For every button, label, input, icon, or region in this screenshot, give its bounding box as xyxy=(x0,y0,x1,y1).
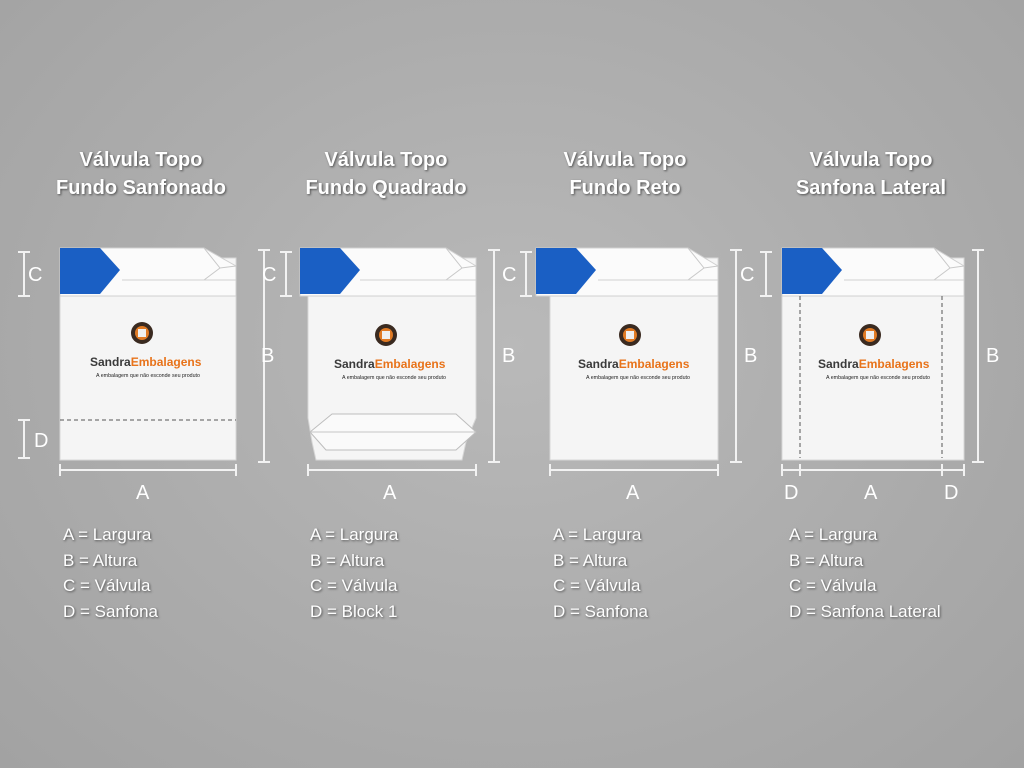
dimension-d xyxy=(18,419,30,459)
legend-a: A = Largura xyxy=(63,525,152,544)
svg-text:A embalagem que não esconde se: A embalagem que não esconde seu produto xyxy=(342,375,446,381)
legend-b: B = Altura xyxy=(310,550,385,570)
legend-b: B = Altura xyxy=(789,550,864,570)
dimension-c xyxy=(520,251,532,297)
dimension-label-c: C xyxy=(740,264,754,286)
dimension-label-c: C xyxy=(28,264,42,286)
legend: A = Largura B = Altura C = Válvula D = S… xyxy=(789,522,941,624)
dimension-label-a: A xyxy=(136,482,150,504)
dimension-a xyxy=(781,464,965,476)
dimension-c xyxy=(760,251,772,297)
bag-panel-fundo-reto: Válvula Topo Fundo Reto C SandraEmbalage… xyxy=(500,0,757,768)
legend-a: A = Largura xyxy=(310,525,399,544)
legend-d: D = Sanfona xyxy=(553,601,648,621)
legend-a: A = Largura xyxy=(553,525,642,544)
dimension-label-a: A xyxy=(383,482,397,504)
legend-a: A = Largura xyxy=(789,525,878,544)
dimension-b xyxy=(488,249,500,463)
svg-text:A embalagem que não esconde se: A embalagem que não esconde seu produto xyxy=(96,373,200,379)
svg-text:A embalagem que não esconde se: A embalagem que não esconde seu produto xyxy=(826,375,930,381)
legend-c: C = Válvula xyxy=(63,576,151,595)
legend-c: C = Válvula xyxy=(553,576,641,595)
dimension-label-c: C xyxy=(262,264,276,286)
legend: A = Largura B = Altura C = Válvula D = B… xyxy=(310,522,398,624)
dimension-label-d-right: D xyxy=(944,482,958,504)
dimension-a xyxy=(307,464,477,476)
dimension-label-d-left: D xyxy=(784,482,798,504)
bag-diagram: C SandraEmbalagens A embalagem que não e… xyxy=(502,247,757,504)
svg-text:SandraEmbalagens: SandraEmbalagens xyxy=(818,357,930,371)
bag-panel-sanfona-lateral: Válvula Topo Sanfona Lateral C SandraEmb… xyxy=(740,0,999,768)
dimension-label-c: C xyxy=(502,264,516,286)
legend: A = Largura B = Altura C = Válvula D = S… xyxy=(553,522,648,624)
dimension-a xyxy=(549,464,719,476)
svg-text:SandraEmbalagens: SandraEmbalagens xyxy=(90,355,202,369)
legend-d: D = Block 1 xyxy=(310,601,398,621)
svg-text:SandraEmbalagens: SandraEmbalagens xyxy=(334,357,446,371)
legend-b: B = Altura xyxy=(553,550,628,570)
dimension-label-a: A xyxy=(864,482,878,504)
legend-b: B = Altura xyxy=(63,550,138,570)
svg-text:SandraEmbalagens: SandraEmbalagens xyxy=(578,357,690,371)
dimension-b xyxy=(972,249,984,463)
dimension-label-b: B xyxy=(986,345,999,367)
bag-panel-fundo-sanfonado: Válvula Topo Fundo Sanfonado C D SandraE… xyxy=(14,0,274,768)
legend-d: D = Sanfona Lateral xyxy=(789,601,941,621)
bag-diagram: C SandraEmbalagens A embalagem que não e… xyxy=(740,247,999,504)
dimension-c xyxy=(280,251,292,297)
legend-c: C = Válvula xyxy=(789,576,877,595)
bag-diagram: C SandraEmbalagens A embalagem que não e… xyxy=(262,247,515,504)
dimension-a xyxy=(59,464,237,476)
legend-d: D = Sanfona xyxy=(63,601,158,621)
dimension-label-d: D xyxy=(34,430,48,452)
bag-panel-fundo-quadrado: Válvula Topo Fundo Quadrado C SandraEmba… xyxy=(256,0,515,768)
svg-text:A embalagem que não esconde se: A embalagem que não esconde seu produto xyxy=(586,375,690,381)
legend-c: C = Válvula xyxy=(310,576,398,595)
legend: A = Largura B = Altura C = Válvula D = S… xyxy=(63,522,158,624)
dimension-label-a: A xyxy=(626,482,640,504)
bag-diagram: C D SandraEmbalagens A embalagem que não… xyxy=(18,247,274,504)
